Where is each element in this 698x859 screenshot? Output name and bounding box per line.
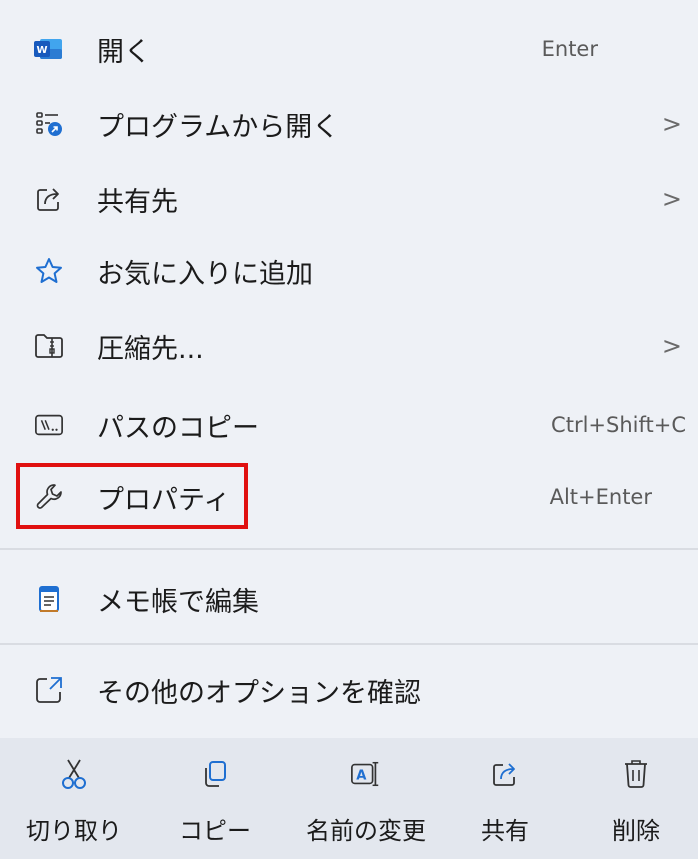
submenu-arrow-icon: >: [661, 110, 682, 138]
menu-item-copy-path[interactable]: パスのコピー Ctrl+Shift+C: [0, 390, 698, 460]
menu-item-edit-notepad[interactable]: メモ帳で編集: [0, 564, 698, 634]
svg-text:A: A: [356, 769, 367, 784]
menu-item-label: プログラムから開く: [97, 111, 340, 143]
share-icon: [489, 758, 521, 790]
cut-label: 切り取り: [26, 817, 122, 845]
delete-label: 削除: [612, 817, 660, 845]
delete-button[interactable]: 削除: [576, 738, 696, 859]
share-icon: [34, 184, 64, 214]
menu-item-label: パスのコピー: [97, 412, 259, 444]
menu-item-label: お気に入りに追加: [97, 258, 313, 290]
more-options-icon: [34, 675, 64, 705]
share-button[interactable]: 共有: [445, 738, 565, 859]
shortcut-text: Alt+Enter: [549, 485, 652, 509]
copy-label: コピー: [179, 817, 251, 845]
wrench-icon: [34, 482, 64, 512]
rename-button[interactable]: A 名前の変更: [306, 738, 426, 859]
menu-item-label: プロパティ: [97, 484, 231, 516]
context-menu: W 開く Enter プログラムから開く > 共有先 > お気に入りに追加 圧縮…: [0, 0, 698, 859]
trash-icon: [620, 758, 652, 790]
shortcut-text: Enter: [541, 37, 598, 61]
notepad-icon: [34, 584, 64, 614]
quick-actions-toolbar: 切り取り コピー A 名前の変更 共有 削除: [0, 738, 698, 859]
menu-item-label: メモ帳で編集: [97, 586, 259, 618]
share-label: 共有: [481, 817, 529, 845]
separator: [0, 548, 698, 550]
separator: [0, 643, 698, 645]
menu-item-properties[interactable]: プロパティ Alt+Enter: [0, 462, 698, 532]
scissors-icon: [58, 758, 90, 790]
cut-button[interactable]: 切り取り: [14, 738, 134, 859]
submenu-arrow-icon: >: [661, 332, 682, 360]
copy-icon: [199, 758, 231, 790]
menu-item-open[interactable]: W 開く Enter: [0, 14, 698, 84]
menu-item-label: その他のオプションを確認: [97, 677, 421, 709]
star-icon: [34, 256, 64, 286]
rename-label: 名前の変更: [306, 817, 426, 845]
menu-item-label: 開く: [97, 36, 151, 68]
menu-item-more-options[interactable]: その他のオプションを確認: [0, 655, 698, 725]
word-icon: W: [34, 34, 64, 64]
menu-item-label: 共有先: [97, 186, 178, 218]
menu-item-compress-to[interactable]: 圧縮先... >: [0, 311, 698, 381]
menu-item-label: 圧縮先...: [97, 333, 204, 365]
copy-button[interactable]: コピー: [155, 738, 275, 859]
shortcut-text: Ctrl+Shift+C: [551, 413, 686, 437]
submenu-arrow-icon: >: [661, 185, 682, 213]
menu-item-share-to[interactable]: 共有先 >: [0, 164, 698, 234]
svg-text:W: W: [36, 45, 47, 56]
copy-path-icon: [34, 410, 64, 440]
zip-folder-icon: [34, 331, 64, 361]
menu-item-open-with[interactable]: プログラムから開く >: [0, 89, 698, 159]
rename-icon: A: [350, 758, 382, 790]
open-with-icon: [34, 109, 64, 139]
menu-item-add-favorites[interactable]: お気に入りに追加: [0, 236, 698, 306]
